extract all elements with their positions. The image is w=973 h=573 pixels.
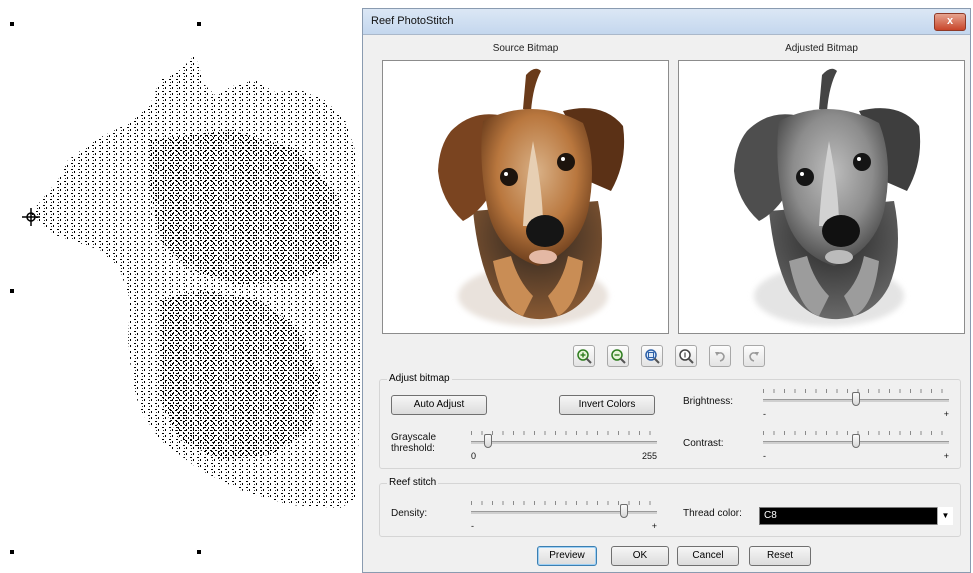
density-min: - bbox=[471, 521, 474, 531]
zoom-actual-button[interactable] bbox=[675, 345, 697, 367]
reef-stitch-label: Reef stitch bbox=[387, 477, 439, 488]
grayscale-min: 0 bbox=[471, 451, 477, 461]
auto-adjust-button[interactable]: Auto Adjust bbox=[391, 395, 487, 415]
redo-icon bbox=[749, 352, 759, 362]
adjust-bitmap-label: Adjust bitmap bbox=[387, 373, 452, 384]
thread-color-select[interactable]: C8 bbox=[759, 507, 951, 525]
close-icon: x bbox=[946, 15, 954, 27]
contrast-slider[interactable]: - + bbox=[763, 431, 949, 461]
thread-color-dropdown-button[interactable]: ▼ bbox=[937, 507, 953, 525]
brightness-min: - bbox=[763, 409, 766, 419]
slider-thumb[interactable] bbox=[483, 434, 492, 448]
cancel-button[interactable]: Cancel bbox=[677, 546, 739, 566]
zoom-out-button[interactable] bbox=[607, 345, 629, 367]
undo-button[interactable] bbox=[709, 345, 731, 367]
grayscale-threshold-slider[interactable]: 0 255 bbox=[471, 431, 657, 461]
slider-track bbox=[471, 441, 657, 444]
slider-ticks bbox=[471, 501, 657, 505]
density-max: + bbox=[651, 521, 657, 531]
photostitch-dialog: Reef PhotoStitch x Source Bitmap Adjuste… bbox=[362, 8, 971, 573]
zoom-actual-icon bbox=[679, 349, 694, 364]
slider-track bbox=[471, 511, 657, 514]
design-canvas[interactable] bbox=[0, 0, 362, 573]
slider-thumb[interactable] bbox=[852, 434, 860, 448]
undo-icon bbox=[715, 352, 725, 362]
zoom-fit-icon bbox=[645, 349, 660, 364]
source-bitmap-label: Source Bitmap bbox=[492, 43, 559, 54]
brightness-slider[interactable]: - + bbox=[763, 389, 949, 419]
thread-color-label: Thread color: bbox=[683, 508, 742, 519]
thread-color-value: C8 bbox=[764, 510, 777, 521]
invert-colors-button[interactable]: Invert Colors bbox=[559, 395, 655, 415]
adjusted-bitmap-view[interactable] bbox=[678, 60, 965, 334]
zoom-out-icon bbox=[611, 349, 626, 364]
brightness-max: + bbox=[943, 409, 949, 419]
slider-ticks bbox=[471, 431, 657, 435]
reset-button[interactable]: Reset bbox=[749, 546, 811, 566]
contrast-max: + bbox=[943, 451, 949, 461]
reef-stitch-preview bbox=[30, 55, 360, 508]
preview-button[interactable]: Preview bbox=[537, 546, 597, 566]
zoom-fit-button[interactable] bbox=[641, 345, 663, 367]
density-label: Density: bbox=[391, 508, 428, 519]
contrast-min: - bbox=[763, 451, 766, 461]
density-slider[interactable]: - + bbox=[471, 501, 657, 531]
close-button[interactable]: x bbox=[934, 13, 966, 31]
dialog-title: Reef PhotoStitch bbox=[371, 15, 454, 27]
zoom-in-button[interactable] bbox=[573, 345, 595, 367]
redo-button[interactable] bbox=[743, 345, 765, 367]
ok-button[interactable]: OK bbox=[611, 546, 669, 566]
grayscale-label-2: threshold: bbox=[391, 443, 435, 454]
zoom-in-icon bbox=[577, 349, 592, 364]
chevron-down-icon: ▼ bbox=[941, 511, 950, 520]
brightness-label: Brightness: bbox=[683, 396, 734, 407]
contrast-label: Contrast: bbox=[683, 438, 724, 449]
title-bar[interactable]: Reef PhotoStitch x bbox=[363, 9, 970, 35]
source-bitmap-view[interactable] bbox=[382, 60, 669, 334]
crosshair-icon bbox=[22, 208, 40, 226]
slider-thumb[interactable] bbox=[852, 392, 860, 406]
slider-thumb[interactable] bbox=[619, 504, 628, 518]
dog-photo-grayscale bbox=[734, 68, 921, 326]
dog-photo-color bbox=[438, 68, 625, 326]
grayscale-max: 255 bbox=[641, 451, 657, 461]
adjusted-bitmap-label: Adjusted Bitmap bbox=[785, 43, 858, 54]
